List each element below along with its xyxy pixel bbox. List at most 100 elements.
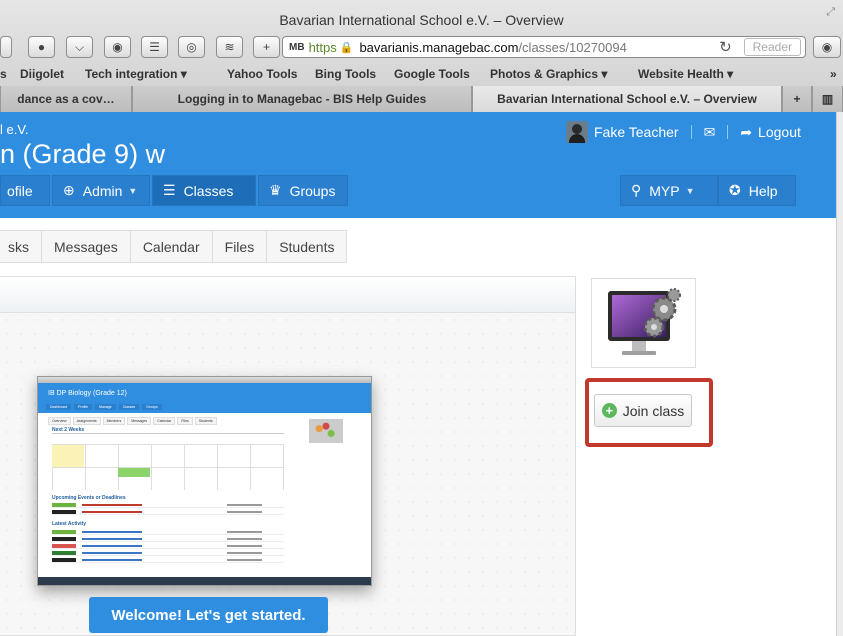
location-pin-icon[interactable]: ● xyxy=(28,36,55,58)
add-tab-button[interactable]: + xyxy=(253,36,280,58)
url-bar[interactable]: MB https 🔒 bavarianis.managebac.com /cla… xyxy=(282,36,806,58)
panel-header xyxy=(0,277,575,313)
mock-event xyxy=(118,468,150,477)
mock-line xyxy=(227,538,262,540)
mock-tag xyxy=(52,544,76,548)
nav-profile-label: ofile xyxy=(7,182,33,199)
mail-icon[interactable]: ✉ xyxy=(704,124,716,141)
mock-line xyxy=(227,511,262,513)
site-badge: MB xyxy=(289,41,305,53)
window-title: Bavarian International School e.V. – Ove… xyxy=(279,12,564,28)
mock-nav-item: Classes xyxy=(118,404,140,410)
mock-line xyxy=(82,504,142,506)
mock-row xyxy=(52,551,284,556)
extra-extension-icon[interactable]: ◉ xyxy=(813,36,841,58)
mock-line xyxy=(82,559,142,561)
myp-dropdown[interactable]: ⚲ MYP ▼ xyxy=(620,175,718,206)
preview-screenshot: IB DP Biology (Grade 12) Dashboard Profi… xyxy=(37,376,372,586)
bookmark-item[interactable]: Diigolet xyxy=(20,67,64,81)
url-path: /classes/10270094 xyxy=(518,39,627,55)
resize-icon[interactable]: ⤢ xyxy=(826,6,835,19)
tab-tasks[interactable]: sks xyxy=(0,230,42,263)
bookmark-item[interactable]: Tech integration ▾ xyxy=(85,67,187,81)
sidebar-toggle-button[interactable] xyxy=(0,36,12,58)
url-scheme: https xyxy=(308,39,337,55)
bookmark-item[interactable]: Website Health ▾ xyxy=(638,67,733,81)
reader-button[interactable]: Reader xyxy=(743,38,801,56)
nav-groups[interactable]: ♛ Groups xyxy=(258,175,348,206)
logout-link[interactable]: Logout xyxy=(758,124,801,140)
mock-row xyxy=(52,544,284,549)
page-scrollbar[interactable] xyxy=(836,112,843,636)
mock-line xyxy=(227,545,262,547)
nav-classes-label: Classes xyxy=(183,182,234,199)
bookmark-item[interactable]: Bing Tools xyxy=(315,67,376,81)
tab-item-active[interactable]: Bavarian International School e.V. – Ove… xyxy=(472,86,782,112)
tab-overview-icon[interactable]: ▥ xyxy=(812,86,843,112)
tab-files[interactable]: Files xyxy=(212,230,268,263)
nav-profile[interactable]: ofile xyxy=(0,175,50,206)
mock-line xyxy=(227,552,262,554)
computer-gears-icon xyxy=(608,288,681,355)
chevron-down-icon: ▼ xyxy=(685,185,695,196)
mock-nav: Dashboard Profile Manage Classes Groups xyxy=(46,404,162,410)
tab-item[interactable]: dance as a cov… xyxy=(0,86,132,112)
trophy-icon: ♛ xyxy=(269,182,282,198)
join-class-label: Join class xyxy=(622,402,685,419)
user-name[interactable]: Fake Teacher xyxy=(594,124,679,140)
bookmark-item[interactable]: Yahoo Tools xyxy=(227,67,297,81)
mock-section-title: Upcoming Events or Deadlines xyxy=(52,495,126,501)
nav-admin[interactable]: ⊕ Admin ▼ xyxy=(52,175,150,206)
reload-icon[interactable]: ↻ xyxy=(719,38,732,56)
divider xyxy=(690,125,692,139)
help-label: Help xyxy=(748,182,778,199)
nav-groups-label: Groups xyxy=(289,182,336,199)
nav-classes[interactable]: ☰ Classes xyxy=(152,175,256,206)
logout-icon[interactable]: ➦ xyxy=(740,124,752,141)
layers-icon[interactable]: ≋ xyxy=(216,36,243,58)
join-class-button[interactable]: + Join class xyxy=(594,394,692,427)
welcome-panel: IB DP Biology (Grade 12) Dashboard Profi… xyxy=(0,276,576,636)
mock-tag xyxy=(52,503,76,507)
mock-tab: Files xyxy=(177,417,193,425)
new-tab-button[interactable]: + xyxy=(782,86,812,112)
lifebuoy-icon: ✪ xyxy=(729,182,741,198)
mock-sidebar xyxy=(291,419,361,529)
mock-line xyxy=(227,504,262,506)
tab-students[interactable]: Students xyxy=(267,230,348,263)
mock-footer xyxy=(38,577,371,585)
mock-nav-item: Profile xyxy=(74,404,93,410)
app-header: l e.V. n (Grade 9) w Fake Teacher ✉ ➦ Lo… xyxy=(0,112,836,218)
bookmark-item[interactable]: s xyxy=(0,67,7,81)
mock-line xyxy=(82,538,142,540)
mock-tab: Messages xyxy=(127,417,152,425)
page-title: n (Grade 9) w xyxy=(0,139,166,169)
tab-item[interactable]: Logging in to Managebac - BIS Help Guide… xyxy=(132,86,472,112)
mock-tab: Calendar xyxy=(153,417,176,425)
mock-tag xyxy=(52,537,76,541)
tab-messages[interactable]: Messages xyxy=(42,230,131,263)
mock-line xyxy=(82,545,142,547)
divider xyxy=(727,125,729,139)
record-icon[interactable]: ◎ xyxy=(178,36,205,58)
extension-icon[interactable]: ◉ xyxy=(104,36,131,58)
mock-tab: Overview xyxy=(48,417,71,425)
myp-label: MYP xyxy=(649,182,680,199)
bookmarks-overflow-icon[interactable]: » xyxy=(830,67,837,81)
mock-tag xyxy=(52,530,76,534)
pocket-icon[interactable]: ⌵ xyxy=(66,36,93,58)
globe-icon: ⊕ xyxy=(63,182,75,198)
mock-row xyxy=(52,530,284,535)
welcome-get-started-button[interactable]: Welcome! Let's get started. xyxy=(89,597,328,633)
clipboard-icon[interactable]: ☰ xyxy=(141,36,168,58)
avatar[interactable] xyxy=(566,121,588,143)
help-button[interactable]: ✪ Help xyxy=(718,175,796,206)
chevron-down-icon: ▼ xyxy=(128,185,138,196)
bookmark-item[interactable]: Photos & Graphics ▾ xyxy=(490,67,607,81)
school-name[interactable]: l e.V. xyxy=(0,122,28,137)
mock-row xyxy=(52,537,284,542)
tab-calendar[interactable]: Calendar xyxy=(130,230,213,263)
bookmark-item[interactable]: Google Tools xyxy=(394,67,470,81)
mock-tab: Members xyxy=(102,417,126,425)
mock-title: IB DP Biology (Grade 12) xyxy=(48,390,127,397)
